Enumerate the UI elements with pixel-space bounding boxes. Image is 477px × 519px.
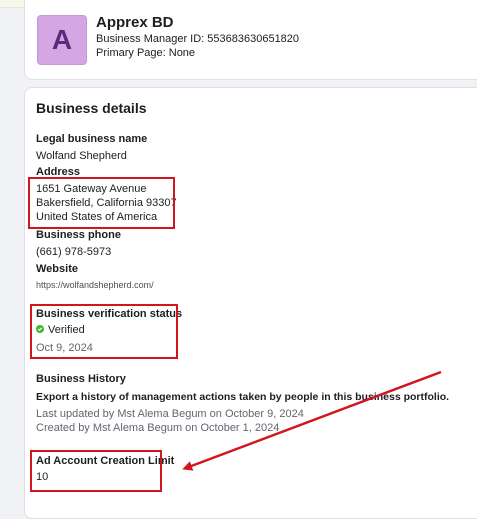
- annotation-arrow: [182, 370, 442, 471]
